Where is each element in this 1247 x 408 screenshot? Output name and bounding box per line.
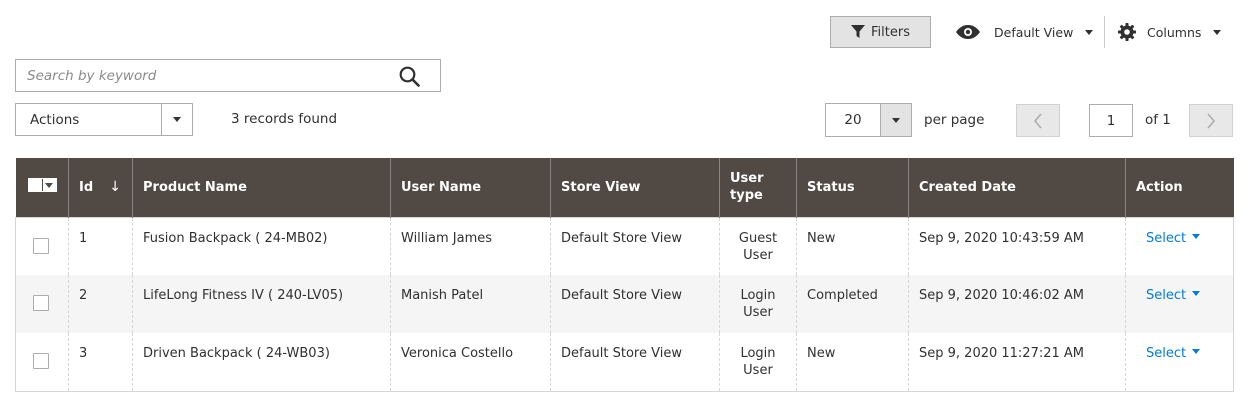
cell-product-name: Fusion Backpack ( 24-MB02): [132, 217, 391, 275]
chevron-down-icon: [45, 182, 53, 188]
cell-user-type[interactable]: Login User: [719, 333, 797, 392]
row-checkbox[interactable]: [33, 295, 49, 311]
table-row: 2 LifeLong Fitness IV ( 240-LV05) Manish P…: [15, 275, 1234, 333]
column-header-action: Action: [1125, 158, 1234, 217]
per-page-arrow[interactable]: [880, 104, 911, 136]
filters-button[interactable]: Filters: [830, 16, 931, 48]
row-action-label: Select: [1146, 346, 1187, 361]
row-select-cell: [16, 217, 69, 275]
row-select-cell: [15, 275, 69, 333]
records-count: 3 records found: [231, 111, 338, 127]
cell-action: Select: [1125, 333, 1234, 392]
per-page-label: per page: [924, 112, 985, 128]
row-checkbox[interactable]: [33, 237, 49, 254]
chevron-down-icon: [892, 117, 900, 123]
chevron-down-icon: [1192, 349, 1201, 354]
total-pages-label: of 1: [1145, 112, 1171, 128]
search-box: [15, 59, 441, 92]
column-header-user-name[interactable]: User Name: [390, 158, 551, 217]
actions-arrow[interactable]: [161, 104, 192, 135]
mass-select-dropdown[interactable]: [27, 178, 57, 193]
cell-action: Select: [1125, 275, 1234, 333]
cell-created-date: Sep 9, 2020 11:27:21 AM: [908, 333, 1126, 392]
cell-store-view: Default Store View: [550, 275, 720, 333]
columns-dropdown[interactable]: Columns: [1118, 16, 1222, 48]
chevron-down-icon: [1085, 29, 1094, 35]
cell-status: Completed: [796, 275, 909, 333]
cell-user-name: Veronica Costello: [390, 333, 551, 392]
sort-arrow-icon: ↓: [109, 178, 121, 195]
cell-status: New: [796, 217, 909, 275]
cell-user-type: Guest User: [719, 217, 797, 275]
columns-label: Columns: [1147, 24, 1202, 40]
actions-label: Actions: [30, 111, 80, 128]
cell-created-date: Sep 9, 2020 10:43:59 AM: [908, 217, 1126, 275]
column-header-id-label: Id: [79, 179, 94, 195]
page-number-input[interactable]: [1089, 104, 1133, 137]
row-action-label: Select: [1146, 288, 1187, 303]
toolbar-divider: [1104, 16, 1105, 48]
row-action-select[interactable]: Select: [1146, 346, 1201, 361]
cell-product-name: Driven Backpack ( 24-WB03): [132, 333, 391, 392]
cell-store-view: Default Store View: [550, 333, 720, 392]
default-view-dropdown[interactable]: Default View: [956, 16, 1094, 48]
mass-select-arrow[interactable]: [42, 179, 56, 192]
chevron-down-icon: [1192, 291, 1201, 296]
gear-icon: [1118, 23, 1136, 41]
previous-page-button[interactable]: [1016, 104, 1060, 137]
cell-action: Select: [1125, 217, 1234, 275]
actions-dropdown[interactable]: Actions: [15, 103, 193, 136]
row-select-cell: [15, 333, 69, 392]
cell-store-view: Default Store View: [550, 217, 720, 275]
cell-id: 3: [68, 333, 133, 392]
cell-status: New: [796, 333, 909, 392]
row-action-label: Select: [1146, 230, 1187, 246]
next-page-button[interactable]: [1189, 104, 1233, 137]
table-row: 1 Fusion Backpack ( 24-MB02) William James…: [16, 217, 1234, 275]
per-page-select[interactable]: 20: [825, 103, 912, 137]
chevron-right-icon: [1207, 112, 1216, 129]
eye-icon: [956, 25, 980, 39]
table-row: 3 Driven Backpack ( 24-WB03) Veronica Cost…: [15, 333, 1234, 392]
cell-created-date: Sep 9, 2020 10:46:02 AM: [908, 275, 1126, 333]
search-icon[interactable]: [399, 66, 420, 87]
data-grid: Id ↓ Product Name User Name Store View U…: [15, 158, 1234, 392]
filters-label: Filters: [871, 24, 910, 40]
column-header-product-name[interactable]: Product Name: [132, 158, 391, 217]
search-input[interactable]: [16, 67, 386, 84]
column-header-status[interactable]: Status: [796, 158, 909, 217]
row-checkbox[interactable]: [33, 353, 49, 369]
per-page-value: 20: [844, 112, 862, 128]
mass-select-header: [15, 158, 69, 217]
chevron-down-icon: [173, 117, 181, 122]
grid-body: 1 Fusion Backpack ( 24-MB02) William James…: [15, 217, 1234, 392]
cell-user-type[interactable]: Login User: [719, 275, 797, 333]
column-header-store-view[interactable]: Store View: [550, 158, 720, 217]
column-header-user-type[interactable]: User type: [719, 158, 797, 217]
column-header-id[interactable]: Id ↓: [68, 158, 133, 217]
chevron-left-icon: [1033, 112, 1042, 129]
funnel-icon: [851, 25, 866, 38]
cell-user-name: Manish Patel: [390, 275, 551, 333]
cell-user-name: William James: [390, 217, 551, 275]
row-action-select[interactable]: Select: [1146, 230, 1201, 246]
mass-select-checkbox[interactable]: [28, 179, 43, 192]
default-view-label: Default View: [994, 24, 1074, 40]
cell-product-name: LifeLong Fitness IV ( 240-LV05): [132, 275, 391, 333]
cell-id: 1: [68, 217, 133, 275]
column-header-created-date[interactable]: Created Date: [908, 158, 1126, 217]
chevron-down-icon: [1213, 29, 1222, 35]
row-action-select[interactable]: Select: [1146, 288, 1201, 303]
header-row: Id ↓ Product Name User Name Store View U…: [15, 158, 1234, 217]
chevron-down-icon: [1192, 233, 1201, 239]
cell-id: 2: [68, 275, 133, 333]
